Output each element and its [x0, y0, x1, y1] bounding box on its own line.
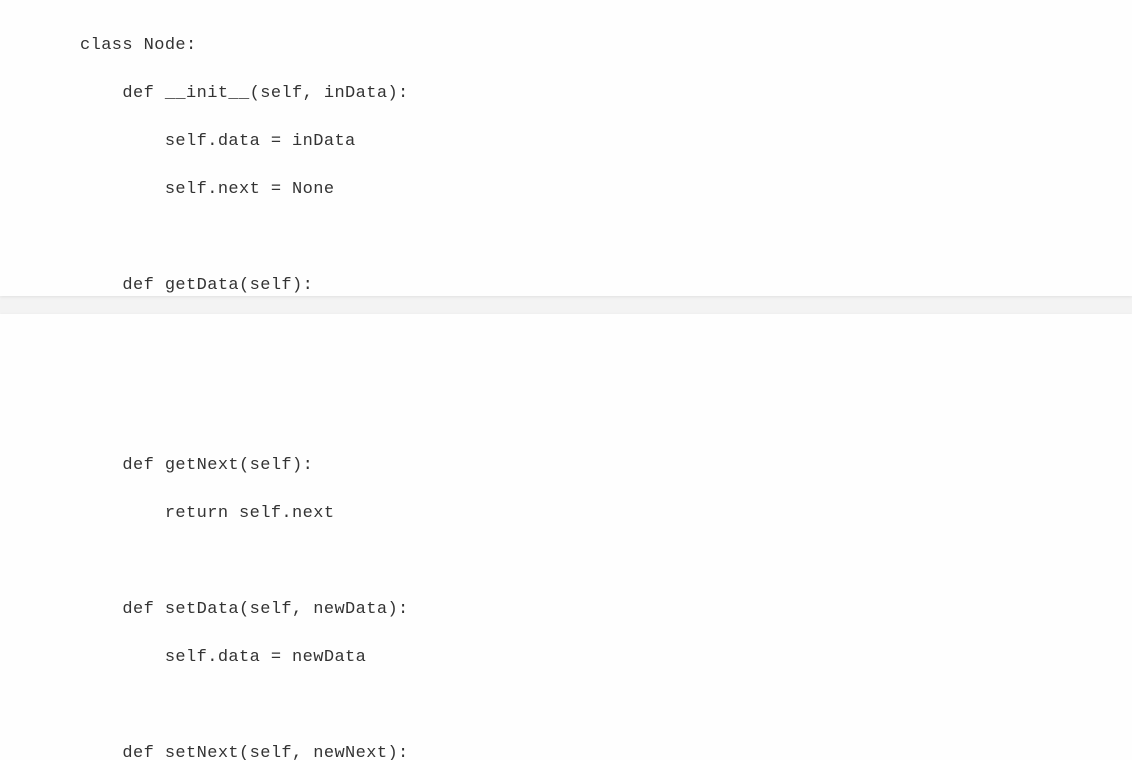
code-line: return self.next [80, 502, 1132, 526]
code-line: self.data = newData [80, 646, 1132, 670]
code-line: self.next = None [80, 178, 1132, 202]
code-line: def __init__(self, inData): [80, 82, 1132, 106]
document-page-1: class Node: def __init__(self, inData): … [0, 0, 1132, 296]
code-line [80, 226, 1132, 250]
code-line: class Node: [80, 34, 1132, 58]
code-line: def setNext(self, newNext): [80, 742, 1132, 760]
code-line: def getData(self): [80, 274, 1132, 298]
code-line [80, 550, 1132, 574]
code-line [80, 694, 1132, 718]
document-page-2: def getNext(self): return self.next def … [0, 314, 1132, 760]
code-line: self.data = inData [80, 130, 1132, 154]
code-line: def getNext(self): [80, 454, 1132, 478]
code-line: def setData(self, newData): [80, 598, 1132, 622]
code-block-2: def getNext(self): return self.next def … [0, 314, 1132, 760]
